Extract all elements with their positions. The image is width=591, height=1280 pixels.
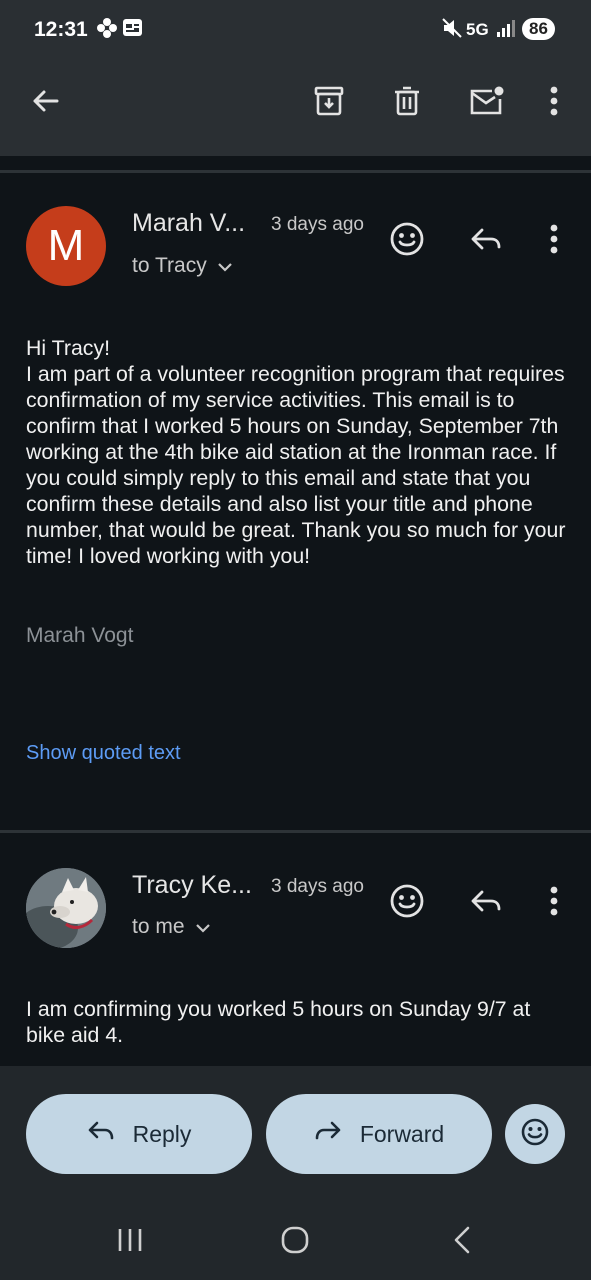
archive-icon[interactable] bbox=[306, 78, 352, 124]
avatar[interactable]: M bbox=[26, 206, 106, 286]
status-time: 12:31 bbox=[34, 18, 88, 41]
message-body: Hi Tracy! I am part of a volunteer recog… bbox=[26, 336, 566, 568]
emoji-react-icon[interactable] bbox=[386, 880, 428, 922]
forward-label: Forward bbox=[359, 1120, 445, 1147]
mark-unread-icon[interactable] bbox=[463, 78, 509, 124]
back-arrow-icon[interactable] bbox=[22, 78, 68, 124]
recipient-toggle[interactable]: to Tracy bbox=[132, 254, 233, 278]
battery-indicator: 86 bbox=[522, 18, 555, 40]
recipient-label: to me bbox=[132, 915, 185, 938]
status-bar: 12:31 5G 86 bbox=[0, 0, 591, 58]
forward-button[interactable]: Forward bbox=[266, 1094, 492, 1174]
flower-icon bbox=[96, 17, 118, 44]
reply-icon[interactable] bbox=[465, 880, 507, 922]
signature: Marah Vogt bbox=[26, 624, 134, 647]
recent-apps-icon[interactable] bbox=[108, 1220, 152, 1260]
chevron-down-icon bbox=[195, 915, 211, 939]
dog-photo-icon bbox=[26, 868, 106, 948]
reply-button[interactable]: Reply bbox=[26, 1094, 252, 1174]
more-vert-icon[interactable] bbox=[536, 78, 572, 124]
message-divider bbox=[0, 830, 591, 833]
emoji-react-icon[interactable] bbox=[386, 218, 428, 260]
network-label: 5G bbox=[466, 20, 489, 39]
forward-icon bbox=[314, 1120, 342, 1148]
thread-divider bbox=[0, 170, 591, 173]
more-vert-icon[interactable] bbox=[536, 218, 572, 260]
more-vert-icon[interactable] bbox=[536, 880, 572, 922]
message-body: I am confirming you worked 5 hours on Su… bbox=[26, 997, 537, 1047]
recipient-label: to Tracy bbox=[132, 254, 207, 277]
show-quoted-text-link[interactable]: Show quoted text bbox=[26, 742, 181, 765]
chevron-down-icon bbox=[217, 254, 233, 278]
reply-label: Reply bbox=[132, 1120, 192, 1147]
sender-name[interactable]: Tracy Ke... bbox=[132, 871, 252, 900]
sender-name[interactable]: Marah V... bbox=[132, 209, 245, 238]
system-nav-bar bbox=[0, 1200, 591, 1280]
reply-icon bbox=[87, 1120, 115, 1148]
home-icon[interactable] bbox=[273, 1220, 317, 1260]
message-time: 3 days ago bbox=[271, 214, 364, 235]
emoji-react-button[interactable] bbox=[505, 1104, 565, 1164]
avatar-letter: M bbox=[47, 221, 85, 270]
message-time: 3 days ago bbox=[271, 876, 364, 897]
emoji-icon bbox=[520, 1117, 550, 1152]
avatar[interactable] bbox=[26, 868, 106, 948]
signal-icon bbox=[496, 18, 516, 43]
back-icon[interactable] bbox=[440, 1220, 484, 1260]
recipient-toggle[interactable]: to me bbox=[132, 915, 211, 939]
mute-icon bbox=[442, 17, 462, 44]
calendar-icon bbox=[122, 17, 143, 43]
delete-icon[interactable] bbox=[384, 78, 430, 124]
toolbar bbox=[0, 58, 591, 156]
reply-icon[interactable] bbox=[465, 218, 507, 260]
